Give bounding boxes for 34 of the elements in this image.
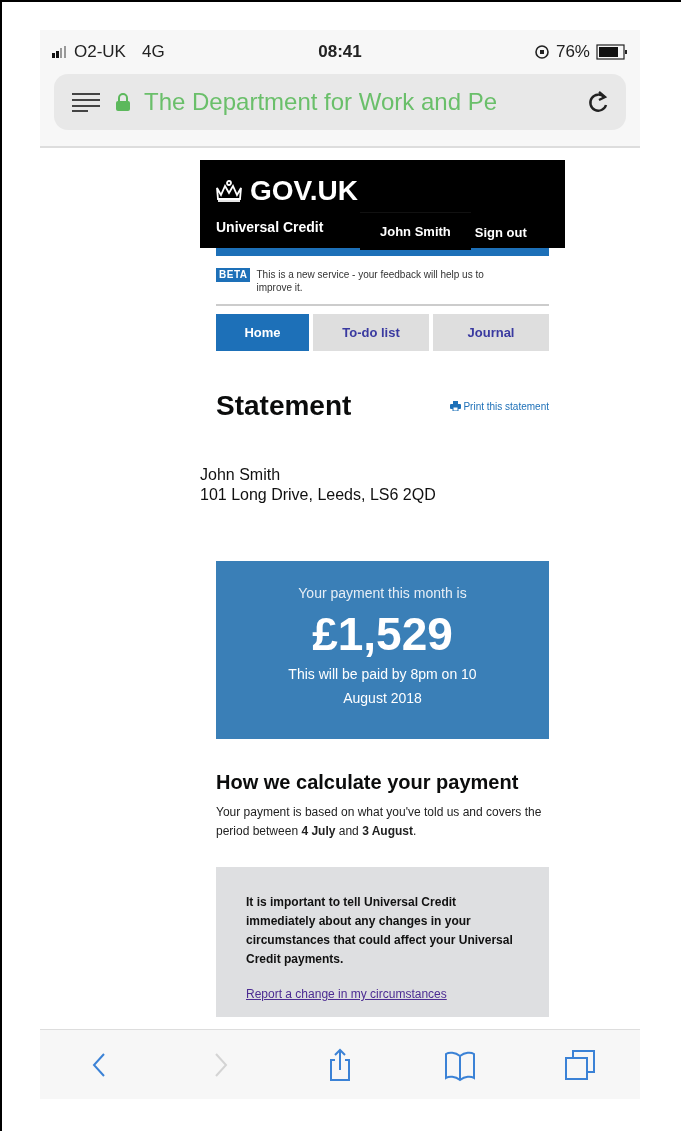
beta-message: This is a new service - your feedback will help us to improve it. (256, 268, 485, 294)
notice-text: It is important to tell Universal Credit immediately about any changes in your circumstances that could affect your Universal Credit payments. (246, 894, 514, 968)
signal-icon (52, 46, 68, 58)
service-name[interactable]: Universal Credit (200, 217, 360, 250)
print-link[interactable]: Print this statement (463, 398, 549, 414)
nav-tab[interactable]: To-do list (313, 314, 429, 351)
calculation-text: Your payment is based on what you've told us and covers the period between 4 July and 3 August. (216, 804, 543, 840)
reload-icon[interactable] (586, 89, 610, 115)
section-heading: How we calculate your payment (216, 770, 520, 795)
sign-out-link[interactable]: Sign out (470, 222, 527, 250)
printer-icon (450, 401, 462, 411)
nav-tab[interactable]: Journal (433, 314, 549, 351)
clock: 08:41 (318, 41, 362, 64)
page-heading: Statement (216, 389, 352, 423)
lock-icon (116, 93, 130, 111)
page-title: The Department for Work and Pe (144, 87, 499, 117)
user-name: John Smith (360, 212, 471, 250)
payment-amount: £1,529 (312, 607, 453, 662)
crown-icon (214, 180, 244, 202)
address-line: 101 Long Drive, Leeds, LS6 2QD (200, 485, 437, 505)
payment-date: This will be paid by 8pm on 10 August 2018 (287, 665, 478, 708)
beta-tag: BETA (216, 268, 251, 282)
tabs-icon[interactable] (563, 1047, 597, 1082)
nav-tab[interactable]: Home (216, 314, 309, 351)
menu-icon[interactable] (70, 91, 102, 113)
battery-percent: 76% (555, 41, 590, 64)
battery-icon (596, 44, 628, 60)
network-type: 4G (141, 41, 165, 64)
report-change-link[interactable]: Report a change in my circumstances (246, 985, 519, 1003)
rotation-lock-icon (533, 44, 550, 60)
carrier: O2-UK (74, 41, 126, 64)
govuk-logo[interactable]: GOV.UK (250, 170, 358, 212)
payment-intro: Your payment this month is (298, 584, 467, 603)
address-line: John Smith (200, 465, 282, 485)
